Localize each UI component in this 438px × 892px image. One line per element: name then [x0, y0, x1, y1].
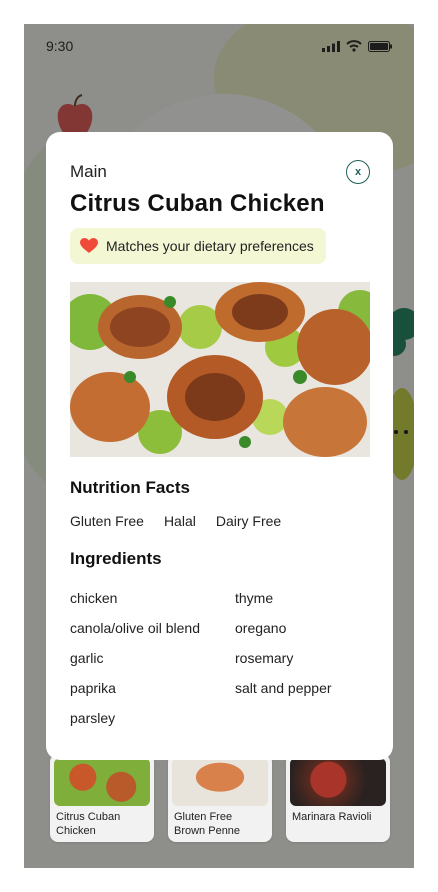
heart-icon: [80, 238, 98, 253]
meal-cards-row: Citrus Cuban Chicken Gluten Free Brown P…: [50, 754, 390, 842]
status-bar: 9:30: [24, 24, 414, 68]
wifi-icon: [346, 40, 362, 52]
battery-icon: [368, 41, 392, 52]
nutrition-tags: Gluten Free Halal Dairy Free: [70, 513, 281, 529]
meal-title: Citrus Cuban Chicken: [70, 190, 325, 217]
signal-icon: [322, 41, 340, 52]
ingredient-item: chicken: [70, 590, 118, 606]
ingredient-item: paprika: [70, 680, 116, 696]
meal-card-image: [54, 758, 150, 806]
status-time: 9:30: [46, 38, 74, 54]
ingredient-item: thyme: [235, 590, 274, 606]
nutrition-tag: Gluten Free: [70, 513, 144, 529]
dietary-match-badge: Matches your dietary preferences: [70, 228, 326, 264]
ingredient-item: oregano: [235, 620, 287, 636]
meal-card[interactable]: Marinara Ravioli: [286, 754, 390, 842]
ingredient-item: canola/olive oil blend: [70, 620, 200, 636]
meal-card-label: Marinara Ravioli: [292, 811, 372, 823]
nutrition-tag: Dairy Free: [215, 513, 282, 529]
nutrition-facts-heading: Nutrition Facts: [70, 478, 190, 497]
meal-category: Main: [70, 162, 107, 181]
ingredient-item: rosemary: [235, 650, 294, 666]
meal-photo: [70, 282, 370, 457]
meal-detail-modal: Main x Citrus Cuban Chicken Matches your…: [46, 132, 393, 760]
meal-card-label: Gluten Free Brown Penne: [174, 811, 241, 837]
close-button[interactable]: x: [346, 160, 370, 184]
meal-card[interactable]: Gluten Free Brown Penne: [168, 754, 272, 842]
ingredients-heading: Ingredients: [70, 549, 162, 568]
ingredients-list: chicken thyme canola/olive oil blend ore…: [70, 590, 370, 726]
meal-card[interactable]: Citrus Cuban Chicken: [50, 754, 154, 842]
ingredient-item: garlic: [70, 650, 104, 666]
nutrition-tag: Halal: [163, 513, 196, 529]
meal-card-image: [172, 758, 268, 806]
meal-card-image: [290, 758, 386, 806]
ingredient-item: parsley: [70, 710, 116, 726]
ingredient-item: salt and pepper: [235, 680, 332, 696]
dietary-match-text: Matches your dietary preferences: [106, 238, 314, 254]
meal-card-label: Citrus Cuban Chicken: [56, 811, 121, 837]
